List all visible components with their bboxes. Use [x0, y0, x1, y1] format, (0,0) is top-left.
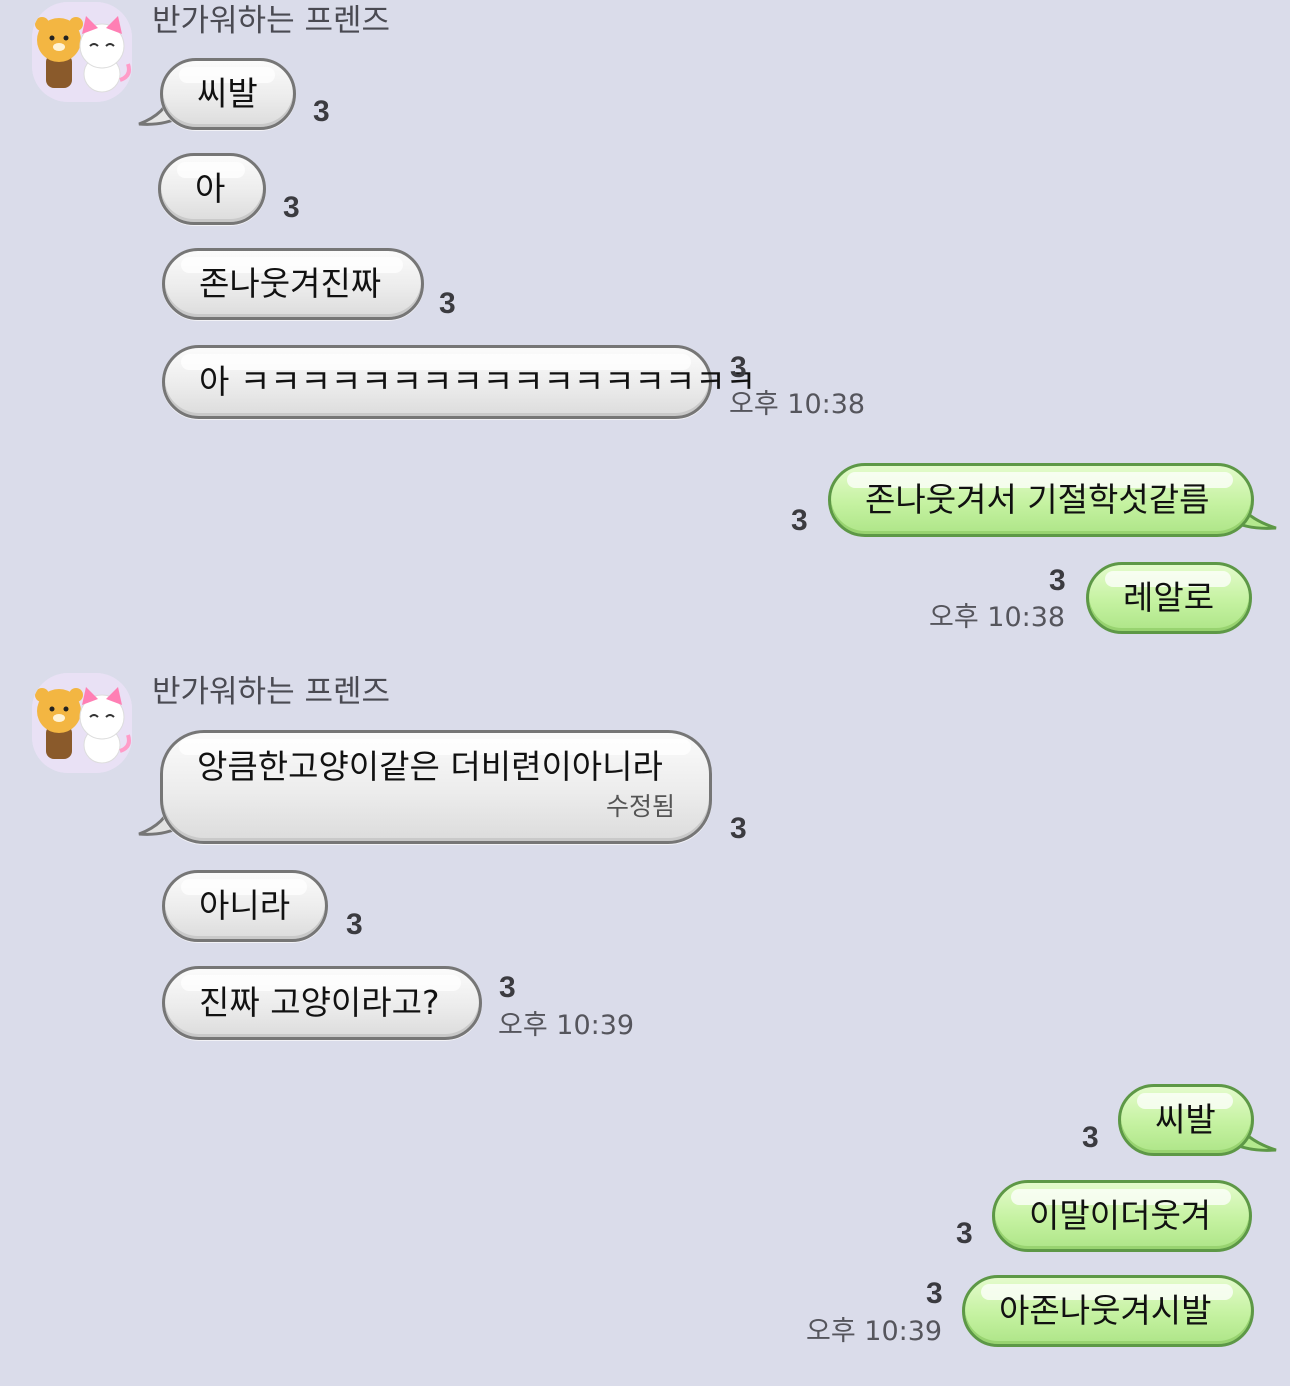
message-text: 진짜 고양이라고? — [199, 983, 440, 1022]
unread-count: 3 — [730, 812, 747, 845]
message-bubble[interactable]: 존나웃겨진짜 — [162, 248, 424, 320]
unread-count: 3 — [499, 971, 516, 1004]
message-bubble[interactable]: 이말이더웃겨 — [992, 1180, 1252, 1252]
message-bubble[interactable]: 진짜 고양이라고? — [162, 966, 482, 1040]
message-bubble[interactable]: 아 — [158, 153, 266, 225]
message-bubble[interactable]: 아 ㅋㅋㅋㅋㅋㅋㅋㅋㅋㅋㅋㅋㅋㅋㅋㅋㅋ — [162, 345, 756, 419]
unread-count: 3 — [283, 191, 300, 224]
message-time: 오후 10:39 — [498, 1010, 635, 1041]
edited-label: 수정됨 — [605, 792, 675, 821]
friends-sticker-icon — [32, 2, 132, 102]
message-text: 앙큼한고양이같은 더비련이아니라 — [197, 747, 663, 786]
sender-name: 반가워하는 프렌즈 — [152, 674, 391, 710]
unread-count: 3 — [313, 95, 330, 128]
unread-count: 3 — [346, 908, 363, 941]
message-bubble[interactable]: 씨발 — [1118, 1084, 1254, 1156]
message-bubble[interactable]: 레알로 — [1086, 562, 1252, 634]
message-text: 씨발 — [1155, 1100, 1216, 1139]
message-text: 아 — [195, 169, 226, 208]
message-bubble[interactable]: 아니라 — [162, 870, 328, 942]
unread-count: 3 — [791, 504, 808, 537]
message-time: 오후 10:38 — [929, 602, 1066, 633]
message-bubble[interactable]: 존나웃겨서 기절학섯같름 — [828, 463, 1254, 537]
unread-count: 3 — [956, 1217, 973, 1250]
unread-count: 3 — [926, 1277, 943, 1310]
sender-avatar[interactable] — [32, 673, 132, 773]
message-text: 레알로 — [1123, 578, 1215, 617]
message-bubble[interactable]: 씨발 — [160, 58, 296, 130]
friends-sticker-icon — [32, 673, 132, 773]
unread-count: 3 — [1082, 1121, 1099, 1154]
message-bubble[interactable]: 앙큼한고양이같은 더비련이아니라 수정됨 — [160, 730, 712, 844]
message-text: 아 ㅋㅋㅋㅋㅋㅋㅋㅋㅋㅋㅋㅋㅋㅋㅋㅋㅋ — [199, 362, 756, 401]
message-bubble[interactable]: 아존나웃겨시발 — [962, 1275, 1254, 1347]
message-text: 존나웃겨진짜 — [199, 264, 382, 303]
unread-count: 3 — [730, 351, 747, 384]
message-time: 오후 10:38 — [729, 389, 866, 420]
message-text: 아존나웃겨시발 — [999, 1291, 1212, 1330]
sender-avatar[interactable] — [32, 2, 132, 102]
message-time: 오후 10:39 — [806, 1316, 943, 1347]
message-text: 씨발 — [197, 74, 258, 113]
message-text: 존나웃겨서 기절학섯같름 — [865, 480, 1210, 519]
message-text: 아니라 — [199, 886, 291, 925]
message-text: 이말이더웃겨 — [1029, 1196, 1212, 1235]
unread-count: 3 — [1049, 564, 1066, 597]
sender-name: 반가워하는 프렌즈 — [152, 3, 391, 39]
unread-count: 3 — [439, 287, 456, 320]
